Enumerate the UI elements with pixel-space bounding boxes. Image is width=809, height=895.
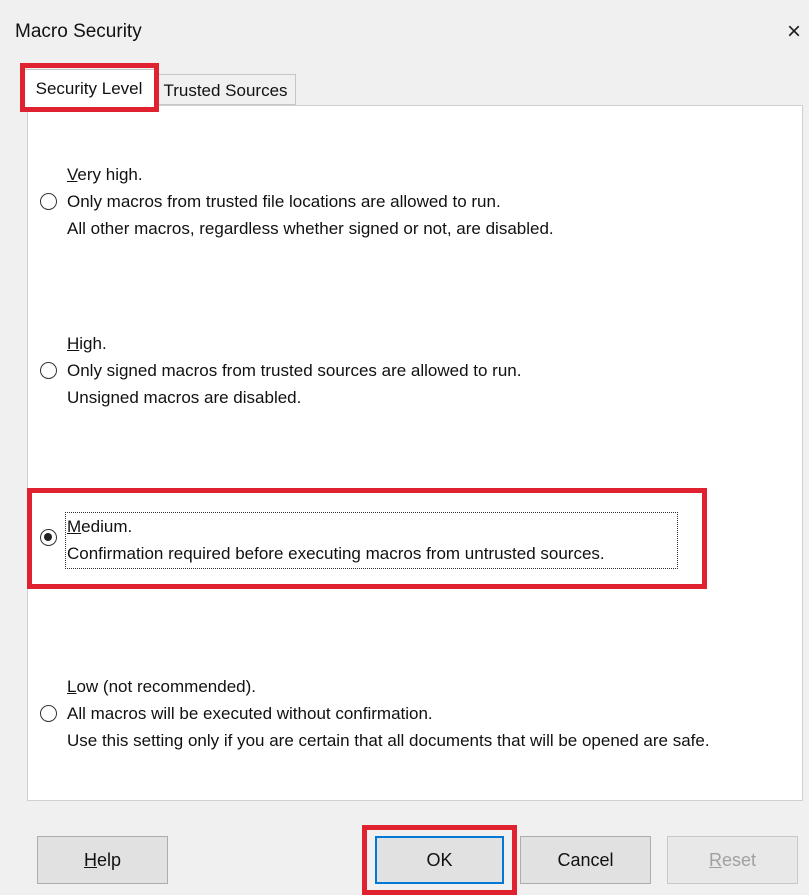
macro-security-dialog: Macro Security × Security Level Trusted …	[0, 0, 809, 895]
ok-button[interactable]: OK	[375, 836, 504, 884]
option-low-label: Low (not recommended).	[67, 677, 256, 696]
help-button[interactable]: Help	[37, 836, 168, 884]
option-very-high-label: Very high.	[67, 165, 143, 184]
option-low-desc-1: All macros will be executed without conf…	[67, 704, 433, 723]
option-high-desc-1: Only signed macros from trusted sources …	[67, 361, 522, 380]
radio-medium[interactable]	[40, 529, 57, 546]
tab-security-level[interactable]: Security Level	[22, 69, 156, 107]
reset-button[interactable]: Reset	[667, 836, 798, 884]
option-very-high-desc-2: All other macros, regardless whether sig…	[67, 219, 554, 238]
close-icon[interactable]: ×	[787, 18, 809, 46]
tab-trusted-sources[interactable]: Trusted Sources	[155, 74, 296, 105]
option-high-label: High.	[67, 334, 107, 353]
option-low-desc-2: Use this setting only if you are certain…	[67, 731, 710, 750]
radio-low[interactable]	[40, 705, 57, 722]
radio-high[interactable]	[40, 362, 57, 379]
dialog-title: Macro Security	[15, 21, 142, 42]
option-medium-desc-1: Confirmation required before executing m…	[67, 544, 605, 563]
radio-very-high[interactable]	[40, 193, 57, 210]
option-very-high-desc-1: Only macros from trusted file locations …	[67, 192, 501, 211]
option-medium-label: Medium.	[67, 517, 133, 536]
option-high-desc-2: Unsigned macros are disabled.	[67, 388, 302, 407]
cancel-button[interactable]: Cancel	[520, 836, 651, 884]
